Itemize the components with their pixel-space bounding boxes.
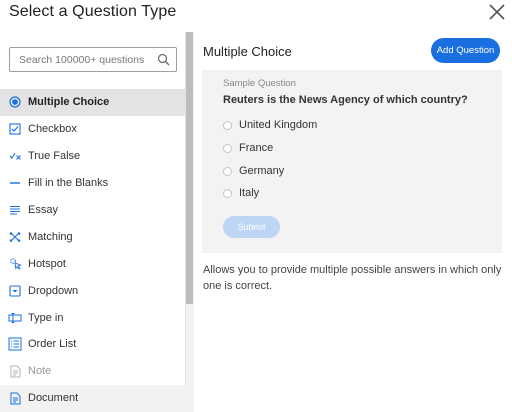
question-type-note[interactable]: Note — [0, 358, 186, 385]
answer-option[interactable]: Italy — [223, 186, 259, 200]
question-type-hotspot[interactable]: Hotspot — [0, 250, 186, 277]
question-type-label: Dropdown — [28, 284, 79, 297]
search-icon[interactable] — [157, 53, 170, 66]
question-type-label: Document — [28, 392, 79, 405]
question-type-label: Fill in the Blanks — [28, 177, 109, 190]
close-icon[interactable] — [488, 3, 506, 21]
blank-line-icon — [8, 176, 22, 190]
question-type-fill-blanks[interactable]: Fill in the Blanks — [0, 170, 186, 197]
question-type-label: Matching — [28, 230, 73, 243]
type-in-icon — [8, 311, 22, 325]
question-type-list: Multiple Choice Checkbox True False Fill… — [0, 89, 186, 412]
answer-option-label: Italy — [239, 187, 260, 199]
dialog-header: Select a Question Type — [0, 0, 512, 30]
answer-option-label: Germany — [239, 165, 285, 177]
document-icon — [8, 391, 22, 405]
question-type-title: Multiple Choice — [203, 44, 292, 59]
search-box — [9, 47, 177, 72]
radio-button[interactable] — [223, 143, 232, 153]
question-type-label: Essay — [28, 204, 58, 216]
question-type-label: Hotspot — [28, 257, 66, 270]
text-lines-icon — [8, 203, 22, 217]
question-type-dropdown[interactable]: Dropdown — [0, 277, 186, 304]
answer-option[interactable]: United Kingdom — [223, 118, 317, 132]
question-type-label: Order List — [28, 338, 77, 351]
sidebar-scrollbar-thumb[interactable] — [186, 32, 193, 304]
question-type-matching[interactable]: Matching — [0, 223, 186, 250]
sample-question-preview: Sample Question Reuters is the News Agen… — [202, 70, 502, 253]
question-type-checkbox[interactable]: Checkbox — [0, 116, 186, 143]
checkbox-icon — [8, 122, 22, 136]
check-cross-icon — [8, 149, 22, 163]
hotspot-icon — [8, 257, 22, 271]
question-type-essay[interactable]: Essay — [0, 197, 186, 224]
question-type-label: Type in — [28, 311, 64, 324]
question-type-document[interactable]: Document — [0, 384, 186, 412]
dialog-title: Select a Question Type — [9, 3, 177, 20]
answer-option[interactable]: France — [223, 141, 273, 155]
question-type-label: Note — [28, 365, 52, 378]
sample-question-label: Sample Question — [223, 78, 296, 89]
answer-option[interactable]: Germany — [223, 164, 284, 178]
question-type-multiple-choice[interactable]: Multiple Choice — [0, 89, 186, 116]
question-type-type-in[interactable]: Type in — [0, 304, 186, 331]
question-type-label: Checkbox — [28, 123, 77, 136]
radio-button[interactable] — [223, 188, 232, 198]
matching-icon — [8, 230, 22, 244]
answer-option-label: United Kingdom — [239, 119, 318, 131]
dropdown-icon — [8, 284, 22, 298]
question-type-order-list[interactable]: Order List — [0, 331, 186, 358]
radio-button[interactable] — [223, 120, 232, 130]
radio-selected-icon — [8, 95, 22, 109]
question-type-label: True False — [28, 150, 81, 163]
submit-button[interactable]: Submit — [223, 216, 280, 238]
sample-question-text: Reuters is the News Agency of which coun… — [223, 94, 468, 106]
question-type-label: Multiple Choice — [28, 96, 110, 109]
search-input[interactable] — [10, 48, 155, 71]
answer-option-label: France — [239, 142, 274, 154]
note-icon — [8, 364, 22, 378]
add-question-button[interactable]: Add Question — [431, 38, 500, 63]
order-list-icon — [8, 337, 22, 351]
question-type-description: Allows you to provide multiple possible … — [203, 264, 502, 292]
radio-button[interactable] — [223, 166, 232, 176]
question-type-true-false[interactable]: True False — [0, 143, 186, 170]
